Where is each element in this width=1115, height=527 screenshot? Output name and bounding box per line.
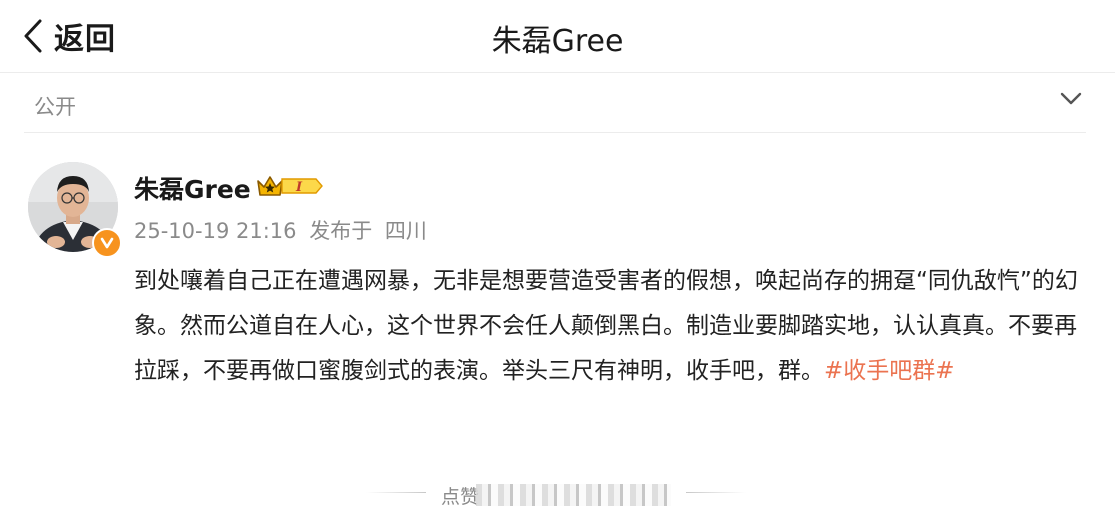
member-level: I: [295, 180, 303, 195]
post-location: 四川: [384, 219, 427, 243]
visibility-label: 公开: [34, 95, 76, 119]
chevron-down-icon: [1060, 92, 1082, 105]
like-users-obscured: [476, 484, 671, 506]
top-nav-bar: 返回 朱磊Gree: [0, 0, 1115, 73]
member-crown-badge-icon[interactable]: I: [256, 173, 324, 199]
avatar[interactable]: [28, 162, 122, 258]
like-label: 点赞: [441, 486, 480, 508]
verified-badge-icon: [92, 228, 122, 258]
like-divider-right: [686, 492, 746, 493]
post-meta: 25-10-19 21:16 发布于 四川: [134, 215, 433, 245]
page-title: 朱磊Gree: [491, 24, 624, 59]
like-divider-left: [366, 492, 426, 493]
post-hashtag-link[interactable]: #收手吧群#: [824, 358, 955, 384]
post-timestamp: 25-10-19 21:16: [134, 219, 297, 243]
post-location-prefix: 发布于: [309, 219, 373, 243]
visibility-selector[interactable]: 公开: [24, 74, 1086, 133]
like-bar[interactable]: 点赞: [356, 478, 746, 510]
author-name[interactable]: 朱磊Gree: [134, 170, 251, 206]
post-body: 到处嚷着自己正在遭遇网暴，无非是想要营造受害者的假想，唤起尚存的拥趸“同仇敌忾”…: [134, 259, 1084, 394]
